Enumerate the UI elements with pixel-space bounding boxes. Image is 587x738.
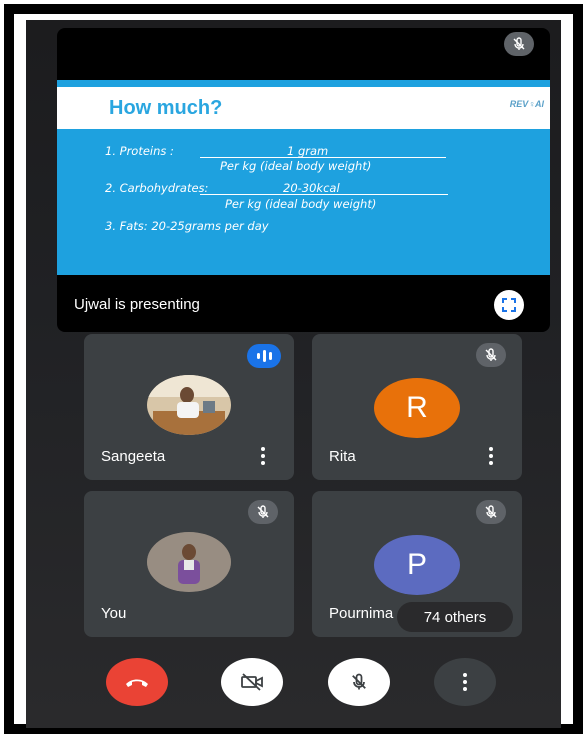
- participant-tile-you[interactable]: You: [84, 491, 294, 637]
- fullscreen-icon: [502, 298, 516, 312]
- slide-proteins-label: 1. Proteins :: [105, 144, 174, 158]
- more-vert-icon: [462, 672, 468, 692]
- slide-fraction-line: [200, 194, 448, 195]
- slide-title: How much?: [109, 97, 223, 119]
- slide-fats-line: 3. Fats: 20-25grams per day: [105, 219, 269, 233]
- more-vert-icon[interactable]: [258, 444, 268, 468]
- participant-tile-sangeeta[interactable]: Sangeeta: [84, 334, 294, 480]
- mic-off-icon: [476, 343, 506, 367]
- avatar: [147, 375, 231, 435]
- more-vert-icon[interactable]: [486, 444, 496, 468]
- more-options-button[interactable]: [434, 658, 496, 706]
- avatar: R: [374, 378, 460, 438]
- slide-carbs-value: 20-30kcal: [283, 181, 340, 195]
- mic-off-icon: [352, 673, 366, 690]
- avatar: [147, 532, 231, 592]
- participant-name: You: [101, 605, 127, 622]
- slide-fraction-line: [200, 157, 446, 158]
- slide-header: How much? REV♀Al: [57, 87, 550, 129]
- mic-off-icon: [248, 500, 278, 524]
- camera-toggle-button[interactable]: [221, 658, 283, 706]
- end-call-button[interactable]: [106, 658, 168, 706]
- fullscreen-button[interactable]: [494, 290, 524, 320]
- mic-off-icon: [476, 500, 506, 524]
- presenting-label: Ujwal is presenting: [74, 296, 200, 313]
- avatar: P: [374, 535, 460, 595]
- participant-tile-rita[interactable]: R Rita: [312, 334, 522, 480]
- slide-carbs-label: 2. Carbohydrates:: [105, 181, 209, 195]
- presentation-mic-off-icon: [504, 32, 534, 56]
- participant-name: Pournima: [329, 605, 394, 622]
- slide-logo: REV♀Al: [509, 99, 544, 109]
- slide-carbs-per: Per kg (ideal body weight): [225, 197, 377, 211]
- participant-name: Sangeeta: [101, 448, 166, 465]
- meet-screen: How much? REV♀Al 1. Proteins : 1 gram Pe…: [26, 20, 561, 728]
- shared-slide: How much? REV♀Al 1. Proteins : 1 gram Pe…: [57, 80, 550, 275]
- mic-toggle-button[interactable]: [328, 658, 390, 706]
- slide-proteins-value: 1 gram: [287, 144, 329, 158]
- presentation-tile[interactable]: How much? REV♀Al 1. Proteins : 1 gram Pe…: [57, 28, 550, 332]
- camera-off-icon: [241, 673, 263, 691]
- slide-proteins-per: Per kg (ideal body weight): [220, 159, 372, 173]
- end-call-icon: [126, 679, 148, 687]
- speaking-indicator-icon: [247, 344, 281, 368]
- others-count-chip[interactable]: 74 others: [397, 602, 513, 632]
- participant-name: Rita: [329, 448, 356, 465]
